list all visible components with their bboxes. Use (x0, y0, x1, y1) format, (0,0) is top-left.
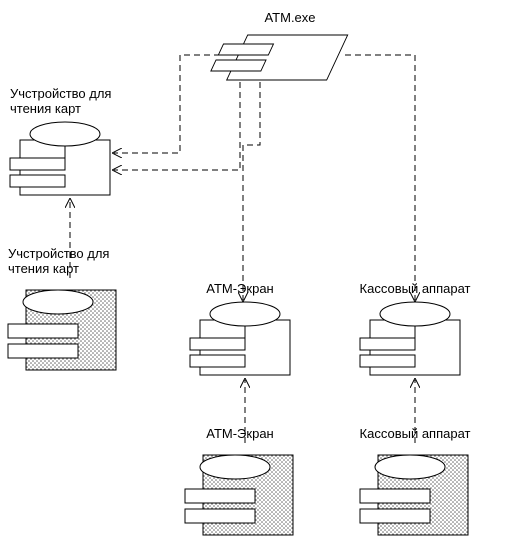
dep-atm-to-screen (243, 82, 260, 300)
node-atm-exe: ATM.exe (207, 10, 348, 80)
label-atm-exe: ATM.exe (264, 10, 315, 25)
node-screen-interface: ATM-Экран (190, 281, 290, 375)
dep-atm-to-cardreader (114, 55, 220, 153)
node-card-reader-component: Учстройство для чтения карт (8, 246, 116, 370)
label-card-reader-comp-2: чтения карт (8, 261, 79, 276)
dep-atm-to-cardreader-2 (114, 82, 240, 170)
label-screen-iface: ATM-Экран (206, 281, 273, 296)
dep-atm-to-cash (345, 55, 415, 300)
label-card-reader-iface-2: чтения карт (10, 101, 81, 116)
label-card-reader-iface-1: Учстройство для (10, 86, 111, 101)
label-card-reader-comp-1: Учстройство для (8, 246, 109, 261)
component-diagram: ATM.exe Учстройство для чтения карт Учст… (0, 0, 530, 538)
node-screen-component: ATM-Экран (185, 426, 293, 535)
label-screen-comp: ATM-Экран (206, 426, 273, 441)
node-card-reader-interface: Учстройство для чтения карт (10, 86, 111, 195)
